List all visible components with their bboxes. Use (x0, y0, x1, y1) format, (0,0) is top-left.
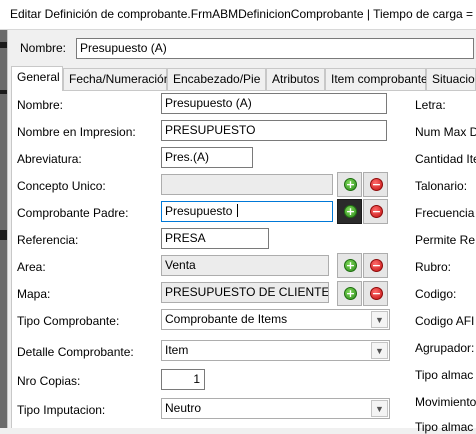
nombre-impresion-field[interactable]: PRESUPUESTO (161, 120, 387, 141)
detalle-comprobante-label: Detalle Comprobante: (17, 345, 134, 359)
header-nombre-label: Nombre: (20, 41, 67, 55)
movimiento-label: Movimiento (415, 395, 476, 409)
area-field[interactable]: Venta (161, 255, 329, 276)
detalle-comprobante-value: Item (165, 343, 189, 357)
tipo-comprobante-label: Tipo Comprobante: (17, 314, 120, 328)
chevron-down-icon[interactable]: ▼ (371, 342, 388, 359)
comprobante-padre-add-button[interactable]: + (337, 199, 362, 224)
comprobante-padre-delete-button[interactable]: − (363, 199, 388, 224)
agrupador-label: Agrupador: (415, 341, 475, 355)
permite-label: Permite Re (415, 233, 476, 247)
tipo-almacenamiento-2-label: Tipo almac (415, 420, 474, 434)
mapa-delete-button[interactable]: − (363, 281, 388, 306)
mapa-label: Mapa: (17, 287, 51, 301)
detalle-comprobante-select[interactable]: Item ▼ (161, 340, 390, 361)
nombre-impresion-label: Nombre en Impresion: (17, 125, 136, 139)
nombre-label: Nombre: (17, 98, 64, 112)
area-delete-button[interactable]: − (363, 253, 388, 278)
tab-general[interactable]: General (11, 66, 63, 91)
abreviatura-label: Abreviatura: (17, 152, 82, 166)
area-label: Area: (17, 260, 46, 274)
tab-encabezado-pie[interactable]: Encabezado/Pie (167, 68, 266, 90)
tab-atributos[interactable]: Atributos (266, 68, 325, 90)
codigo-label: Codigo: (415, 287, 457, 301)
delete-icon: − (370, 205, 383, 218)
referencia-field[interactable]: PRESA (161, 228, 269, 249)
abreviatura-field[interactable]: Pres.(A) (161, 147, 253, 168)
tab-item-comprobante[interactable]: Item comprobante (325, 68, 428, 90)
letra-label: Letra: (415, 98, 446, 112)
chevron-down-icon[interactable]: ▼ (371, 311, 388, 328)
frecuencia-label: Frecuencia (415, 206, 475, 220)
tipo-imputacion-value: Neutro (165, 401, 202, 415)
concepto-unico-field[interactable] (161, 174, 333, 195)
mapa-field[interactable]: PRESUPUESTO DE CLIENTE (161, 282, 329, 303)
codigo-afip-label: Codigo AFI (415, 314, 475, 328)
text-caret (236, 204, 238, 217)
tipo-imputacion-select[interactable]: Neutro ▼ (161, 398, 390, 419)
tab-situacion[interactable]: Situacion (426, 68, 476, 90)
mapa-add-button[interactable]: + (337, 281, 362, 306)
num-max-label: Num Max D (415, 125, 476, 139)
tab-fecha-numeracion[interactable]: Fecha/Numeración (63, 68, 170, 90)
area-add-button[interactable]: + (337, 253, 362, 278)
concepto-unico-delete-button[interactable]: − (363, 172, 388, 197)
add-icon: + (344, 205, 357, 218)
chevron-down-icon[interactable]: ▼ (371, 400, 388, 417)
talonario-label: Talonario: (415, 179, 468, 193)
comprobante-padre-label: Comprobante Padre: (17, 206, 129, 220)
nro-copias-label: Nro Copias: (17, 374, 81, 388)
concepto-unico-add-button[interactable]: + (337, 172, 362, 197)
rubro-label: Rubro: (415, 260, 452, 274)
add-icon: + (344, 178, 357, 191)
background-window-edge (0, 30, 7, 428)
concepto-unico-label: Concepto Unico: (17, 179, 106, 193)
cantidad-items-label: Cantidad Ite (415, 152, 476, 166)
delete-icon: − (370, 259, 383, 272)
comprobante-padre-value: Presupuesto (165, 204, 236, 218)
add-icon: + (344, 287, 357, 300)
delete-icon: − (370, 287, 383, 300)
header-nombre-field[interactable]: Presupuesto (A) (76, 38, 474, 59)
add-icon: + (344, 259, 357, 272)
tipo-imputacion-label: Tipo Imputacion: (17, 403, 106, 417)
nombre-field[interactable]: Presupuesto (A) (161, 93, 387, 114)
comprobante-padre-field[interactable]: Presupuesto (161, 201, 333, 222)
referencia-label: Referencia: (17, 233, 79, 247)
nro-copias-field[interactable]: 1 (161, 369, 205, 390)
title-bar: Editar Definición de comprobante.FrmABMD… (0, 0, 476, 30)
tipo-comprobante-value: Comprobante de Items (165, 312, 288, 326)
delete-icon: − (370, 178, 383, 191)
window-title: Editar Definición de comprobante.FrmABMD… (10, 7, 474, 21)
tipo-comprobante-select[interactable]: Comprobante de Items ▼ (161, 309, 390, 330)
tipo-almacenamiento-label: Tipo almac (415, 368, 474, 382)
